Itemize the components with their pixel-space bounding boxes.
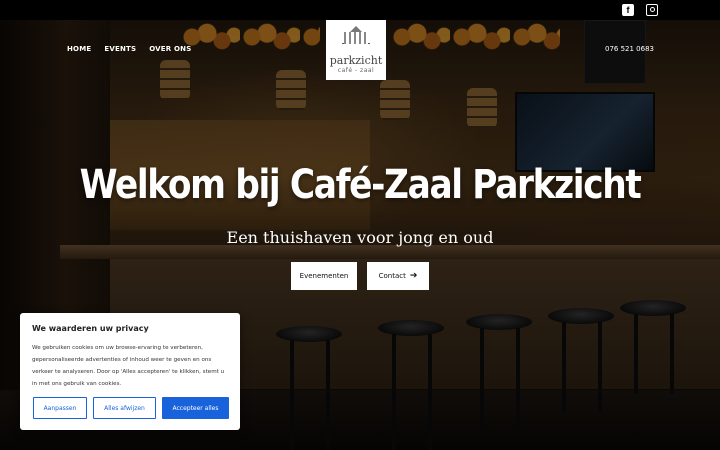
logo-name: parkzicht <box>329 54 383 67</box>
facebook-icon[interactable]: f <box>622 4 634 16</box>
cookie-buttons: Aanpassen Alles afwijzen Accepteer alles <box>33 397 229 419</box>
logo-subtitle: café - zaal <box>337 67 375 74</box>
top-bar: f <box>0 0 720 20</box>
contact-button[interactable]: Contact ➔ <box>367 262 429 290</box>
cookie-consent-dialog: We waarderen uw privacy We gebruiken coo… <box>20 313 240 430</box>
customize-button[interactable]: Aanpassen <box>33 397 87 419</box>
hero-subtitle: Een thuishaven voor jong en oud <box>226 228 494 247</box>
arrow-right-icon: ➔ <box>409 271 418 281</box>
hero-title: Welkom bij Café-Zaal Parkzicht <box>79 162 642 208</box>
main-nav: HOME EVENTS OVER ONS <box>67 45 204 53</box>
reject-all-button[interactable]: Alles afwijzen <box>93 397 156 419</box>
nav-item-events[interactable]: EVENTS <box>104 45 136 53</box>
cookie-title: We waarderen uw privacy <box>32 324 149 333</box>
building-logo-body <box>344 32 368 44</box>
accept-all-button[interactable]: Accepteer alles <box>162 397 229 419</box>
phone-number[interactable]: 076 521 0683 <box>605 45 654 53</box>
events-button-label: Evenementen <box>299 272 349 280</box>
events-button[interactable]: Evenementen <box>291 262 357 290</box>
site-logo[interactable]: parkzicht café - zaal <box>326 20 386 80</box>
nav-item-over-ons[interactable]: OVER ONS <box>149 45 191 53</box>
building-logo-icon <box>342 26 370 44</box>
cookie-text: We gebruiken cookies om uw browse-ervari… <box>32 345 225 387</box>
nav-item-home[interactable]: HOME <box>67 45 91 53</box>
contact-button-label: Contact <box>378 272 406 280</box>
instagram-icon[interactable] <box>646 4 658 16</box>
instagram-icon-lens <box>649 7 655 12</box>
